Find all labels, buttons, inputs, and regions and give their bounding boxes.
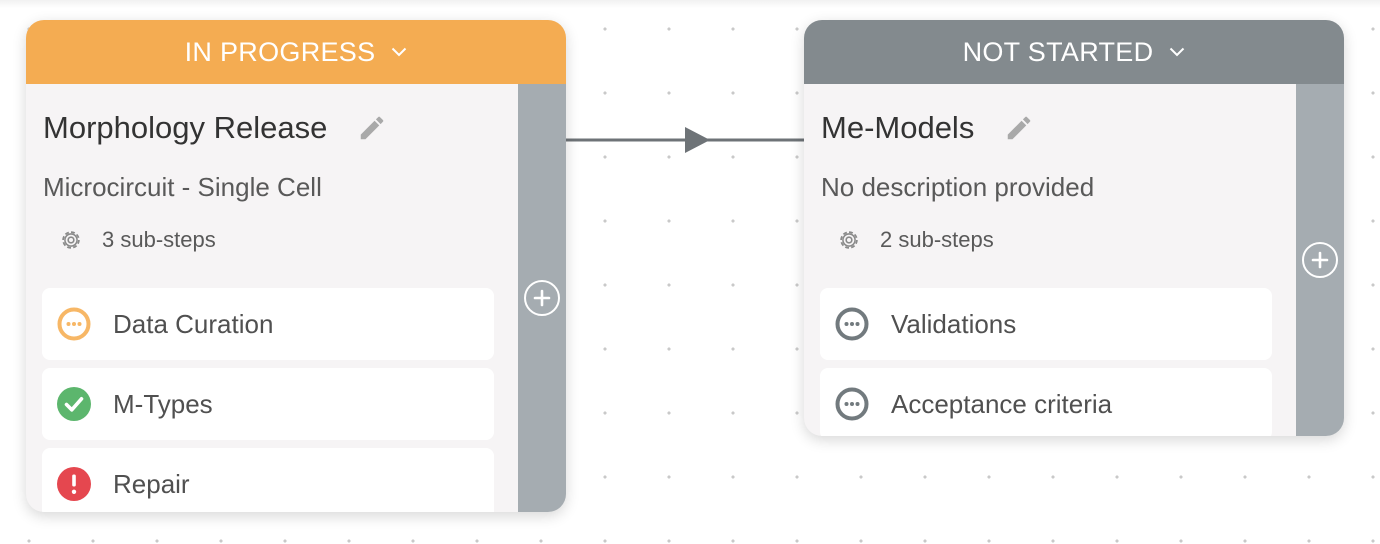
chevron-down-icon xyxy=(1169,47,1185,57)
side-rail xyxy=(518,84,566,512)
card-body: Morphology Release Microcircuit - Single… xyxy=(26,84,518,512)
ellipsis-icon xyxy=(834,386,870,422)
chevron-down-icon xyxy=(391,47,407,57)
substeps-summary: 2 sub-steps xyxy=(836,227,994,253)
gear-icon xyxy=(58,227,84,253)
step-title: Morphology Release xyxy=(43,110,328,145)
substep-item[interactable]: Repair xyxy=(42,448,494,512)
status-dropdown[interactable]: IN PROGRESS xyxy=(26,20,566,84)
substep-label: Repair xyxy=(113,468,190,499)
substep-label: Acceptance criteria xyxy=(891,388,1113,419)
pencil-icon[interactable] xyxy=(357,113,387,143)
plus-icon xyxy=(533,289,551,307)
substep-item[interactable]: Acceptance criteria xyxy=(820,368,1272,436)
step-description: Microcircuit - Single Cell xyxy=(43,172,322,202)
substeps-count: 3 sub-steps xyxy=(102,227,216,252)
card-body: Me-Models No description provided 2 sub-… xyxy=(804,84,1296,436)
plus-icon xyxy=(1311,251,1329,269)
substep-label: Validations xyxy=(891,308,1017,339)
pencil-icon[interactable] xyxy=(1004,113,1034,143)
substep-item[interactable]: M-Types xyxy=(42,368,494,440)
status-label: NOT STARTED xyxy=(962,36,1154,67)
substeps-summary: 3 sub-steps xyxy=(58,227,216,253)
gear-icon xyxy=(836,227,862,253)
step-title: Me-Models xyxy=(821,110,975,145)
step-card-morphology-release[interactable]: IN PROGRESS Morphology Release Microcirc… xyxy=(26,20,566,512)
substep-item[interactable]: Data Curation xyxy=(42,288,494,360)
step-card-me-models[interactable]: NOT STARTED Me-Models No description pro… xyxy=(804,20,1344,436)
substep-list: Validations Acceptance criteria xyxy=(820,288,1272,436)
title-row: Me-Models xyxy=(821,110,1034,146)
connector-arrowhead xyxy=(685,127,710,153)
add-step-button[interactable] xyxy=(524,280,560,316)
ellipsis-icon xyxy=(834,306,870,342)
substep-label: Data Curation xyxy=(113,308,274,339)
substeps-count: 2 sub-steps xyxy=(880,227,994,252)
substep-label: M-Types xyxy=(113,388,213,419)
substep-list: Data Curation M-Types Repair xyxy=(42,288,494,512)
title-row: Morphology Release xyxy=(43,110,387,146)
status-label: IN PROGRESS xyxy=(184,36,376,67)
side-rail xyxy=(1296,84,1344,436)
step-description: No description provided xyxy=(821,172,1095,202)
exclamation-icon xyxy=(56,466,92,502)
top-fade xyxy=(0,0,1380,8)
substep-item[interactable]: Validations xyxy=(820,288,1272,360)
check-icon xyxy=(56,386,92,422)
ellipsis-icon xyxy=(56,306,92,342)
status-dropdown[interactable]: NOT STARTED xyxy=(804,20,1344,84)
add-step-button[interactable] xyxy=(1302,242,1338,278)
